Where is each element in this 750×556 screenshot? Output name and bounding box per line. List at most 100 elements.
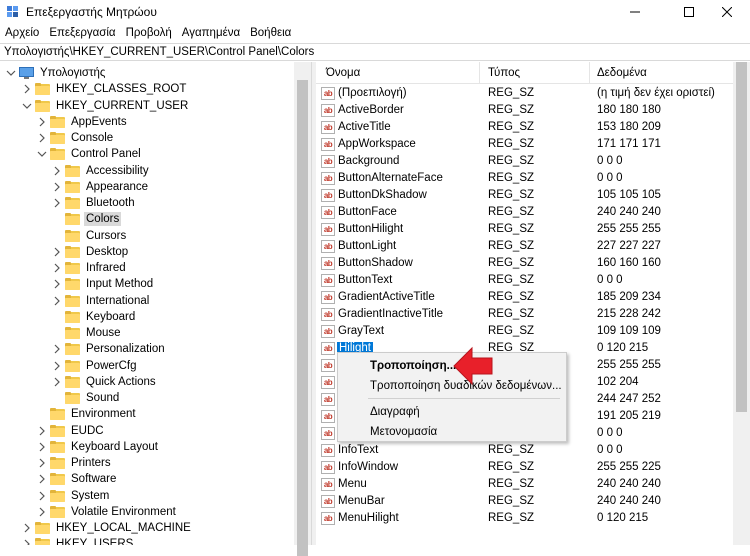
chevron-right-icon[interactable] [52,344,62,354]
value-name[interactable]: ButtonText [338,274,392,286]
chevron-right-icon[interactable] [37,117,47,127]
address-bar[interactable]: Υπολογιστής\HKEY_CURRENT_USER\Control Pa… [0,43,750,61]
value-row[interactable]: ab MenuHilight REG_SZ 0 120 215 [316,510,736,527]
values-scrollbar-thumb[interactable] [736,62,747,412]
menu-view[interactable]: Προβολή [121,24,177,43]
tree-node-label[interactable]: HKEY_USERS [54,537,135,545]
tree-node-label[interactable]: Bluetooth [84,196,137,210]
chevron-right-icon[interactable] [37,491,47,501]
value-name[interactable]: Menu [338,478,367,490]
tree-node-label[interactable]: Cursors [84,229,128,243]
column-header-type[interactable]: Τύπος [488,67,520,79]
value-name[interactable]: (Προεπιλογή) [338,87,407,99]
menu-file[interactable]: Αρχείο [0,24,44,43]
column-header-name[interactable]: Όνομα [326,67,360,79]
column-divider[interactable] [589,62,590,84]
tree-node[interactable]: Input Method [52,276,155,292]
address-path[interactable]: Υπολογιστής\HKEY_CURRENT_USER\Control Pa… [4,46,314,58]
tree-node-label[interactable]: HKEY_LOCAL_MACHINE [54,521,193,535]
value-row[interactable]: ab GrayText REG_SZ 109 109 109 [316,323,736,340]
tree-node-label[interactable]: Console [69,131,115,145]
value-name[interactable]: Background [338,155,399,167]
tree-node[interactable]: Infrared [52,260,128,276]
tree-node[interactable]: Keyboard Layout [37,439,160,455]
tree-node[interactable]: Keyboard [52,309,137,325]
tree-node-label[interactable]: Quick Actions [84,375,158,389]
value-row[interactable]: ab ButtonFace REG_SZ 240 240 240 [316,204,736,221]
tree-node-label[interactable]: Software [69,472,118,486]
chevron-right-icon[interactable] [52,182,62,192]
tree-node-label[interactable]: Υπολογιστής [38,66,107,80]
tree-node-label[interactable]: HKEY_CLASSES_ROOT [54,82,188,96]
tree-node[interactable]: Quick Actions [52,374,158,390]
value-row[interactable]: ab ButtonText REG_SZ 0 0 0 [316,272,736,289]
value-row[interactable]: ab AppWorkspace REG_SZ 171 171 171 [316,136,736,153]
chevron-down-icon[interactable] [22,101,32,111]
chevron-right-icon[interactable] [52,296,62,306]
tree-node[interactable]: Volatile Environment [37,504,178,520]
value-name[interactable]: InfoText [338,444,378,456]
value-name[interactable]: GrayText [338,325,384,337]
chevron-right-icon[interactable] [37,133,47,143]
value-row[interactable]: ab ActiveTitle REG_SZ 153 180 209 [316,119,736,136]
tree-node-label[interactable]: HKEY_CURRENT_USER [54,99,190,113]
tree-node-label[interactable]: Desktop [84,245,130,259]
tree-node[interactable]: Appearance [52,179,150,195]
chevron-right-icon[interactable] [22,84,32,94]
chevron-down-icon[interactable] [37,149,47,159]
tree-node-label[interactable]: EUDC [69,424,106,438]
chevron-right-icon[interactable] [22,539,32,545]
tree-node[interactable]: Printers [37,455,113,471]
value-name[interactable]: ButtonLight [338,240,396,252]
value-name[interactable]: MenuBar [338,495,385,507]
context-menu-rename[interactable]: Μετονομασία [338,422,566,442]
chevron-right-icon[interactable] [52,279,62,289]
chevron-right-icon[interactable] [52,166,62,176]
value-name[interactable]: InfoWindow [338,461,398,473]
tree-node-label[interactable]: Control Panel [69,147,143,161]
value-row[interactable]: ab InfoWindow REG_SZ 255 255 225 [316,459,736,476]
chevron-right-icon[interactable] [37,442,47,452]
chevron-right-icon[interactable] [22,523,32,533]
tree-node-label[interactable]: Infrared [84,261,128,275]
tree-node[interactable]: HKEY_LOCAL_MACHINE [22,520,193,536]
tree-node-label[interactable]: International [84,294,151,308]
value-name[interactable]: GradientActiveTitle [338,291,435,303]
tree-node[interactable]: Personalization [52,341,167,357]
tree-root-computer[interactable]: Υπολογιστής [6,65,107,81]
tree-node-label[interactable]: System [69,489,111,503]
tree-node[interactable]: Mouse [52,325,123,341]
tree-node[interactable]: Cursors [52,228,128,244]
tree-node[interactable]: HKEY_CLASSES_ROOT [22,81,188,97]
value-name[interactable]: ActiveBorder [338,104,404,116]
chevron-right-icon[interactable] [37,507,47,517]
tree-node[interactable]: Colors [52,211,122,227]
value-name[interactable]: ButtonShadow [338,257,413,269]
tree-node-label[interactable]: Keyboard Layout [69,440,160,454]
chevron-right-icon[interactable] [37,474,47,484]
chevron-right-icon[interactable] [52,198,62,208]
value-name[interactable]: ActiveTitle [338,121,391,133]
value-name[interactable]: AppWorkspace [338,138,416,150]
tree-node-label[interactable]: Volatile Environment [69,505,178,519]
menu-edit[interactable]: Επεξεργασία [44,24,120,43]
tree-node-label[interactable]: Input Method [84,277,155,291]
column-header-data[interactable]: Δεδομένα [597,67,647,79]
tree-node-label[interactable]: Mouse [84,326,123,340]
tree-node[interactable]: Control Panel [37,146,143,162]
chevron-right-icon[interactable] [37,426,47,436]
tree-node[interactable]: HKEY_USERS [22,536,135,545]
chevron-right-icon[interactable] [37,458,47,468]
value-name[interactable]: MenuHilight [338,512,399,524]
tree-node-label[interactable]: PowerCfg [84,359,139,373]
chevron-right-icon[interactable] [52,377,62,387]
value-row[interactable]: ab GradientActiveTitle REG_SZ 185 209 234 [316,289,736,306]
column-divider[interactable] [479,62,480,84]
value-row[interactable]: ab ButtonShadow REG_SZ 160 160 160 [316,255,736,272]
close-button[interactable] [704,0,750,24]
tree-node-label[interactable]: Appearance [84,180,150,194]
value-row[interactable]: ab ActiveBorder REG_SZ 180 180 180 [316,102,736,119]
chevron-right-icon[interactable] [52,247,62,257]
chevron-right-icon[interactable] [52,361,62,371]
tree-node[interactable]: Accessibility [52,163,151,179]
